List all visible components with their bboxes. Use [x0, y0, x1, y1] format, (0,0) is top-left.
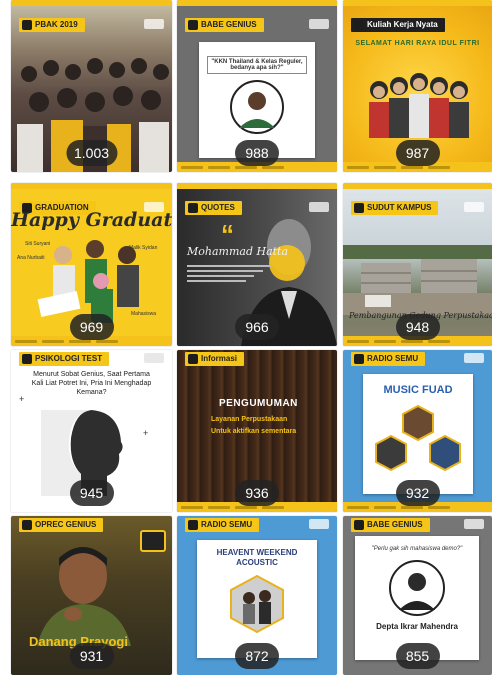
post-tile[interactable]: Informasi PENGUMUMAN Layanan Perpustakaa… [177, 350, 337, 512]
avatar [389, 560, 445, 616]
logo-badge [144, 353, 164, 363]
quote-card: "Perlu gak sih mahasiswa demo?" Depta Ik… [355, 536, 479, 660]
post-headline: HEAVENT WEEKEND ACOUSTIC [216, 548, 298, 567]
graduate-name: Mahasiswa [131, 311, 157, 317]
person-name: Depta Ikrar Mahendra [376, 622, 458, 631]
plus-icon: + [19, 394, 25, 404]
post-tile[interactable]: QUOTES “ Mohammad Hatta 966 [177, 183, 337, 346]
post-tile[interactable]: SUDUT KAMPUS Pembangunan Gedung Perpusta… [343, 183, 492, 346]
hexagon-photo [230, 574, 284, 634]
post-subtitle: Layanan Perpustakaan [211, 416, 288, 423]
event-card: HEAVENT WEEKEND ACOUSTIC [197, 540, 317, 658]
hexagon-photos [375, 404, 461, 472]
view-count: 931 [69, 643, 114, 669]
category-label: BABE GENIUS [351, 518, 430, 532]
view-count: 948 [395, 314, 440, 340]
category-label: BABE GENIUS [185, 18, 264, 32]
person-photo [37, 547, 131, 646]
post-headline: Menurut Sobat Genius, Saat Pertama Kali … [31, 371, 152, 396]
post-headline: MUSIC FUAD [383, 384, 453, 396]
post-tile[interactable]: BABE GENIUS "KKN Thailand & Kelas Regule… [177, 0, 337, 172]
category-label: Informasi [185, 352, 245, 366]
category-label: SUDUT KAMPUS [351, 201, 439, 215]
post-headline: Mohammad Hatta [187, 245, 289, 258]
view-count: 987 [395, 140, 440, 166]
plus-icon: + [143, 428, 149, 438]
post-tile[interactable]: PSIKOLOGI TEST Menurut Sobat Genius, Saa… [11, 350, 172, 512]
construction-photo [343, 245, 492, 315]
logo-badge [309, 519, 329, 529]
category-label: PBAK 2019 [19, 18, 85, 32]
quote-text: "KKN Thailand & Kelas Reguler, bedanya a… [207, 56, 307, 74]
view-count: 872 [235, 643, 279, 669]
post-headline: SELAMAT HARI RAYA IDUL FITRI [355, 40, 480, 47]
top-strip [177, 183, 337, 189]
category-label: QUOTES [185, 201, 242, 215]
view-count: 945 [69, 480, 114, 506]
view-count: 969 [69, 314, 114, 340]
post-grid: PBAK 2019 1.003 BABE GENIUS "KKN Thailan… [0, 0, 492, 675]
logo-badge [464, 353, 484, 363]
post-tile[interactable]: RADIO SEMU HEAVENT WEEKEND ACOUSTIC 872 [177, 516, 337, 675]
post-tile[interactable]: Kuliah Kerja Nyata SELAMAT HARI RAYA IDU… [343, 0, 492, 172]
post-tile[interactable]: BABE GENIUS "Perlu gak sih mahasiswa dem… [343, 516, 492, 675]
quote-lines [187, 265, 271, 282]
logo-badge [464, 519, 484, 529]
top-strip [177, 0, 337, 6]
post-tile[interactable]: RADIO SEMU MUSIC FUAD 932 [343, 350, 492, 512]
view-count: 988 [235, 140, 279, 166]
category-label: RADIO SEMU [185, 518, 260, 532]
graduate-name: Malik Syidan [129, 245, 158, 251]
camera-icon [140, 530, 166, 552]
post-subtitle-2: Untuk aktifkan sementara [211, 428, 297, 435]
view-count: 936 [235, 480, 279, 506]
group-photo [369, 73, 469, 138]
avatar [230, 80, 284, 134]
category-label: RADIO SEMU [351, 352, 426, 366]
top-strip [11, 0, 172, 6]
category-label: PSIKOLOGI TEST [19, 352, 110, 366]
view-count: 1.003 [65, 140, 118, 166]
logo-badge [464, 202, 484, 212]
post-tile[interactable]: GRADUATION Happy Graduation Siti Suryani… [11, 183, 172, 346]
top-strip [11, 183, 172, 189]
post-tile[interactable]: PBAK 2019 1.003 [11, 0, 172, 172]
top-strip [343, 0, 492, 6]
view-count: 855 [395, 643, 440, 669]
quote-text: "Perlu gak sih mahasiswa demo?" [371, 546, 463, 552]
view-count: 932 [395, 480, 440, 506]
post-headline: Happy Graduation [11, 209, 172, 231]
category-label: OPREC GENIUS [19, 518, 104, 532]
graduate-name: Siti Suryani [25, 241, 51, 247]
post-headline: PENGUMUMAN [219, 398, 298, 409]
logo-badge [144, 19, 164, 29]
category-label: Kuliah Kerja Nyata [351, 18, 445, 32]
music-card: MUSIC FUAD [363, 374, 473, 494]
graduate-name: Ana Nurbaiti [17, 255, 45, 261]
post-tile[interactable]: OPREC GENIUS Danang Prayogi 931 [11, 516, 172, 675]
top-strip [343, 183, 492, 189]
logo-badge [309, 19, 329, 29]
view-count: 966 [235, 314, 279, 340]
